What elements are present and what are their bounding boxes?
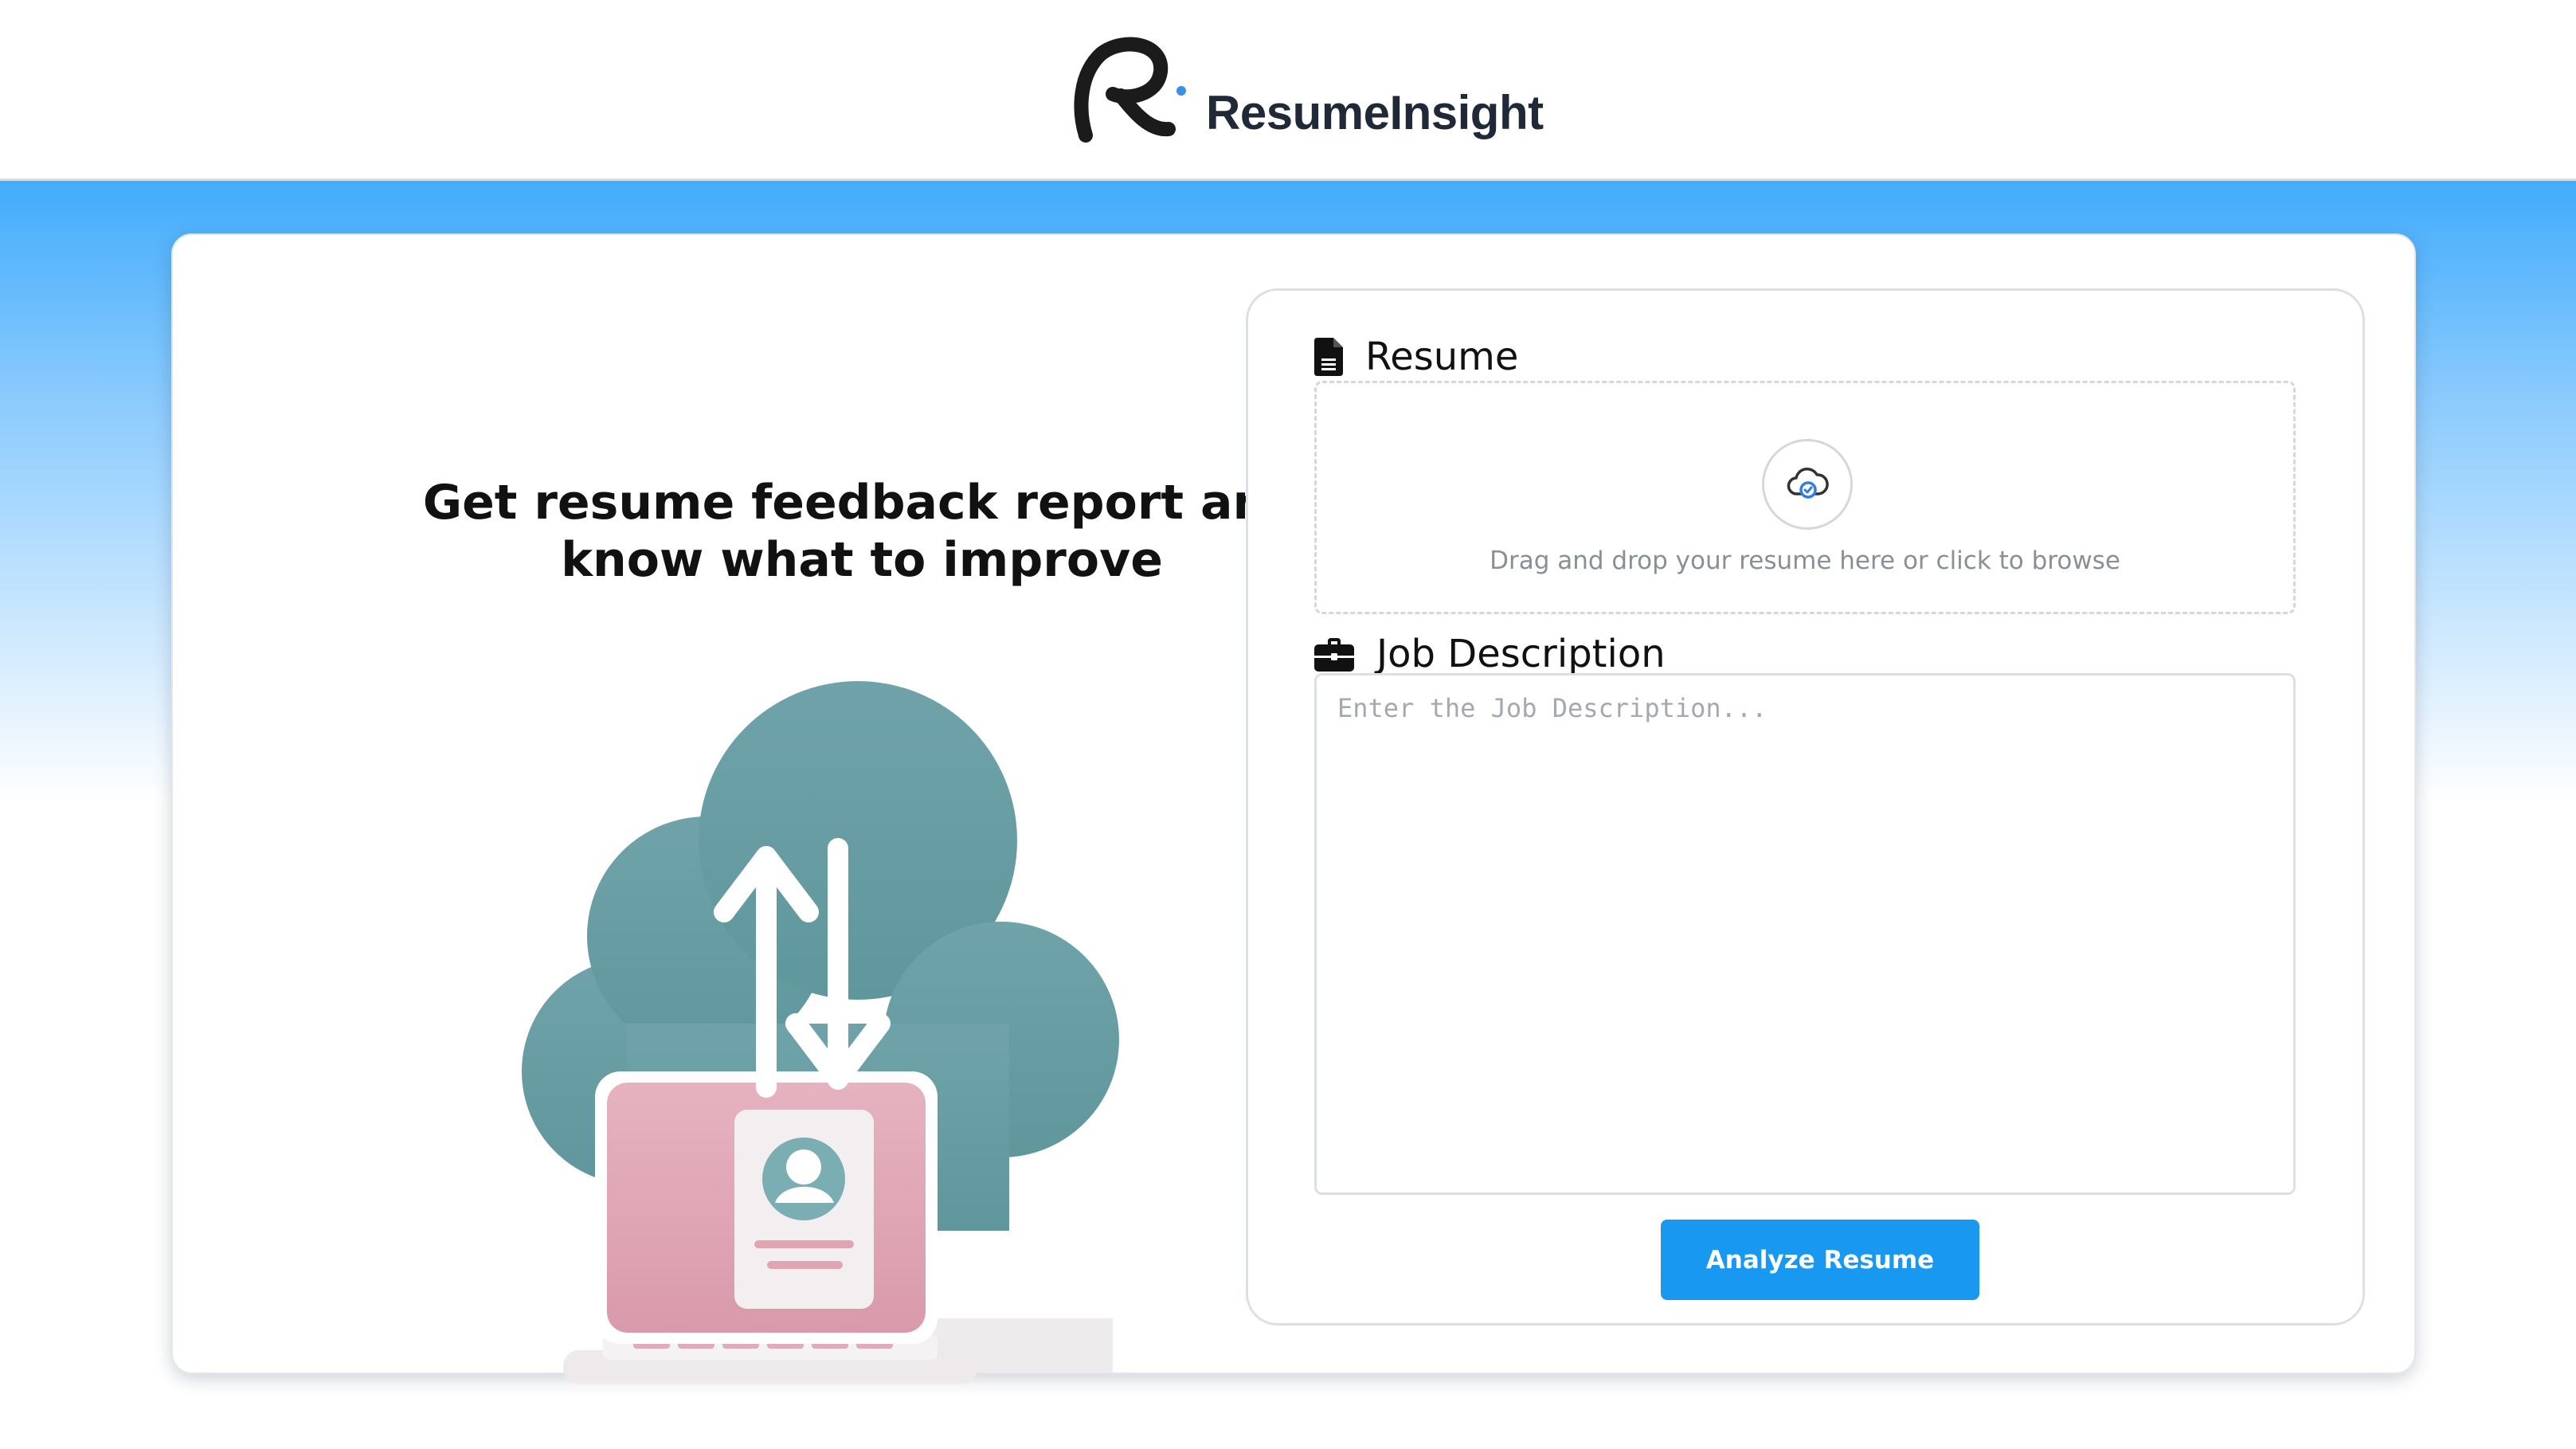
analyze-resume-button[interactable]: Analyze Resume	[1661, 1220, 1979, 1300]
upload-form-panel: Resume Drag and drop your resume here or…	[1246, 288, 2365, 1326]
cloud-laptop-resume-illustration	[522, 681, 1119, 1384]
tagline: Get resume feedback report and know what…	[412, 474, 1312, 589]
cloud-upload-icon	[1787, 468, 1829, 499]
tagline-line-1: Get resume feedback report and	[422, 475, 1302, 531]
main-card: Get resume feedback report and know what…	[171, 233, 2416, 1384]
laptop	[563, 1071, 977, 1384]
upload-button[interactable]	[1762, 439, 1853, 530]
job-description-input[interactable]	[1314, 673, 2296, 1195]
job-description-section-title: Job Description	[1314, 632, 1666, 676]
brand-name: ResumeInsight	[1206, 86, 1544, 139]
document-icon	[1314, 338, 1343, 376]
resume-section-title: Resume	[1314, 335, 1518, 379]
resume-label: Resume	[1365, 335, 1519, 379]
tagline-line-2: know what to improve	[561, 532, 1163, 588]
app-header: ResumeInsight	[0, 0, 2576, 181]
job-description-label: Job Description	[1376, 632, 1666, 676]
ri-monogram-logo-icon[interactable]	[1062, 33, 1189, 145]
briefcase-icon	[1314, 636, 1354, 672]
dropzone-instruction: Drag and drop your resume here or click …	[1490, 546, 2120, 575]
resume-dropzone[interactable]: Drag and drop your resume here or click …	[1314, 381, 2296, 614]
